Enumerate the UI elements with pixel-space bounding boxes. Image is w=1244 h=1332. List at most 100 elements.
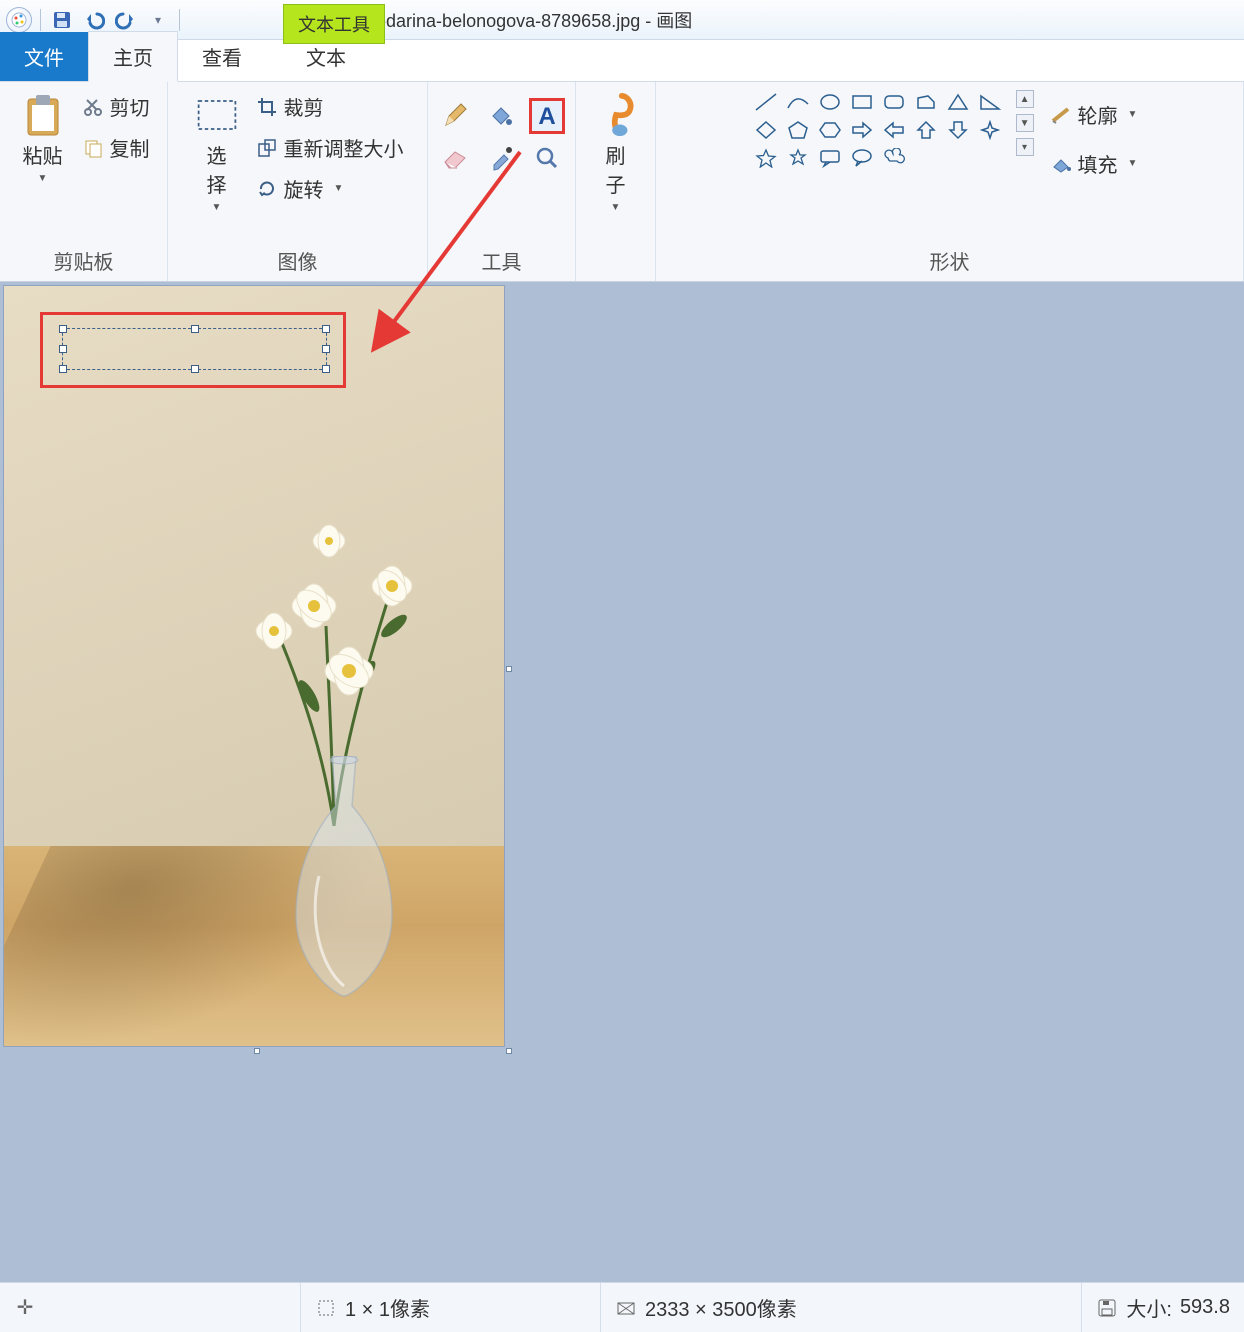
image-vase bbox=[284, 756, 404, 1006]
shape-fill-button[interactable]: 填充▼ bbox=[1046, 147, 1142, 180]
status-file-size: 大小: 593.8 bbox=[1081, 1283, 1244, 1332]
cut-button[interactable]: 剪切 bbox=[78, 90, 154, 123]
select-icon bbox=[196, 94, 238, 136]
shape-callout-cloud[interactable] bbox=[880, 146, 908, 170]
resize-label: 重新调整大小 bbox=[284, 133, 404, 162]
status-dimensions: 2333 × 3500像素 bbox=[600, 1283, 900, 1332]
shape-arrow-down[interactable] bbox=[944, 118, 972, 142]
undo-button[interactable] bbox=[81, 7, 107, 33]
shape-oval[interactable] bbox=[816, 90, 844, 114]
crop-button[interactable]: 裁剪 bbox=[252, 90, 408, 123]
rotate-button[interactable]: 旋转 ▼ bbox=[252, 172, 408, 205]
group-clipboard: 粘贴 ▼ 剪切 复制 剪贴板 bbox=[0, 82, 168, 281]
cursor-position-icon: ✛ bbox=[14, 1297, 36, 1319]
group-clipboard-label: 剪贴板 bbox=[54, 242, 114, 275]
svg-text:A: A bbox=[538, 103, 555, 129]
pencil-tool[interactable] bbox=[437, 98, 473, 134]
shapes-expand[interactable]: ▾ bbox=[1016, 138, 1034, 156]
color-picker-tool[interactable] bbox=[483, 140, 519, 176]
shapes-scroll-up[interactable]: ▲ bbox=[1016, 90, 1034, 108]
group-image-label: 图像 bbox=[278, 242, 318, 275]
shape-5star[interactable] bbox=[752, 146, 780, 170]
shape-arrow-right[interactable] bbox=[848, 118, 876, 142]
app-icon[interactable] bbox=[6, 7, 32, 33]
group-tools-label: 工具 bbox=[482, 242, 522, 275]
shapes-scroll-down[interactable]: ▼ bbox=[1016, 114, 1034, 132]
shape-pentagon[interactable] bbox=[784, 118, 812, 142]
rotate-label: 旋转 bbox=[284, 174, 324, 203]
ribbon: 粘贴 ▼ 剪切 复制 剪贴板 bbox=[0, 82, 1244, 282]
disk-icon bbox=[1096, 1297, 1118, 1319]
status-dimensions-value: 2333 × 3500像素 bbox=[645, 1293, 797, 1322]
status-selection-size: 1 × 1像素 bbox=[300, 1283, 600, 1332]
status-size-label: 大小: bbox=[1126, 1293, 1172, 1322]
shape-callout-oval[interactable] bbox=[848, 146, 876, 170]
qat-customize[interactable]: ▾ bbox=[145, 7, 171, 33]
shape-arrow-up[interactable] bbox=[912, 118, 940, 142]
magnifier-tool[interactable] bbox=[529, 140, 565, 176]
selection-size-icon bbox=[315, 1297, 337, 1319]
outline-icon bbox=[1050, 104, 1072, 126]
status-cursor-position: ✛ bbox=[0, 1283, 300, 1332]
shape-outline-button[interactable]: 轮廓▼ bbox=[1046, 98, 1142, 131]
status-selection-value: 1 × 1像素 bbox=[345, 1293, 430, 1322]
copy-label: 复制 bbox=[110, 133, 150, 162]
copy-button[interactable]: 复制 bbox=[78, 131, 154, 164]
shape-diamond[interactable] bbox=[752, 118, 780, 142]
shape-polygon[interactable] bbox=[912, 90, 940, 114]
fill-label: 填充 bbox=[1078, 149, 1118, 178]
group-tools: A 工具 bbox=[428, 82, 576, 281]
eraser-tool[interactable] bbox=[437, 140, 473, 176]
canvas-handle-corner[interactable] bbox=[506, 1048, 512, 1054]
redo-button[interactable] bbox=[113, 7, 139, 33]
qat-separator-2 bbox=[179, 9, 180, 31]
scissors-icon bbox=[82, 96, 104, 118]
shape-callout-rect[interactable] bbox=[816, 146, 844, 170]
resize-button[interactable]: 重新调整大小 bbox=[252, 131, 408, 164]
brush-icon bbox=[595, 94, 637, 136]
shape-triangle[interactable] bbox=[944, 90, 972, 114]
rotate-icon bbox=[256, 178, 278, 200]
group-shapes: ▲ ▼ ▾ 轮廓▼ 填充▼ 形状 bbox=[656, 82, 1244, 281]
crop-icon bbox=[256, 96, 278, 118]
select-label: 选 择 bbox=[207, 140, 227, 198]
brush-button[interactable]: 刷 子 ▼ bbox=[587, 90, 645, 217]
tab-home[interactable]: 主页 bbox=[88, 31, 178, 82]
shape-curve[interactable] bbox=[784, 90, 812, 114]
status-bar: ✛ 1 × 1像素 2333 × 3500像素 大小: 593.8 bbox=[0, 1282, 1244, 1332]
save-button[interactable] bbox=[49, 7, 75, 33]
shape-rect[interactable] bbox=[848, 90, 876, 114]
copy-icon bbox=[82, 137, 104, 159]
shape-hexagon[interactable] bbox=[816, 118, 844, 142]
shape-round-rect[interactable] bbox=[880, 90, 908, 114]
crop-label: 裁剪 bbox=[284, 92, 324, 121]
paste-label: 粘贴 bbox=[23, 140, 63, 169]
dimensions-icon bbox=[615, 1297, 637, 1319]
tab-view[interactable]: 查看 bbox=[178, 32, 266, 81]
workspace[interactable] bbox=[0, 282, 1244, 1282]
text-tool[interactable]: A bbox=[529, 98, 565, 134]
shape-gallery[interactable] bbox=[752, 90, 1008, 170]
fill-tool[interactable] bbox=[483, 98, 519, 134]
context-tab-text-tools: 文本工具 bbox=[283, 4, 385, 44]
shape-right-triangle[interactable] bbox=[976, 90, 1004, 114]
canvas-handle-right[interactable] bbox=[506, 666, 512, 672]
shape-4star[interactable] bbox=[976, 118, 1004, 142]
shape-6star[interactable] bbox=[784, 146, 812, 170]
cut-label: 剪切 bbox=[110, 92, 150, 121]
select-button[interactable]: 选 择 ▼ bbox=[188, 90, 246, 217]
brush-label: 刷 子 bbox=[606, 140, 626, 198]
canvas[interactable] bbox=[4, 286, 504, 1046]
fill-icon bbox=[1050, 153, 1072, 175]
group-image: 选 择 ▼ 裁剪 重新调整大小 bbox=[168, 82, 428, 281]
qat-separator bbox=[40, 9, 41, 31]
status-size-value: 593.8 bbox=[1180, 1296, 1230, 1319]
paste-button[interactable]: 粘贴 ▼ bbox=[14, 90, 72, 188]
outline-label: 轮廓 bbox=[1078, 100, 1118, 129]
tab-file[interactable]: 文件 bbox=[0, 32, 88, 81]
ribbon-tabs: 文件 主页 查看 文本 bbox=[0, 40, 1244, 82]
canvas-handle-bottom[interactable] bbox=[254, 1048, 260, 1054]
group-shapes-label: 形状 bbox=[930, 242, 970, 275]
shape-arrow-left[interactable] bbox=[880, 118, 908, 142]
shape-line[interactable] bbox=[752, 90, 780, 114]
